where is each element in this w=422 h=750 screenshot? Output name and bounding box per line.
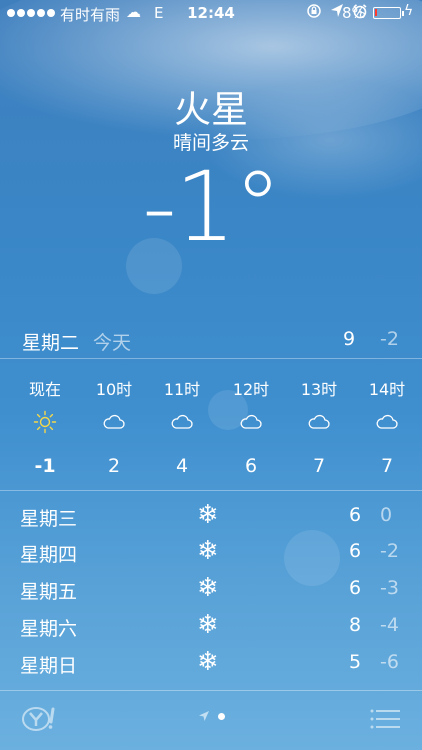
- forecast-row: 星期四 ❄ 6 -2: [0, 536, 422, 572]
- divider: [0, 690, 422, 691]
- snowflake-icon: ❄: [197, 500, 219, 530]
- hour-time: 11时: [163, 380, 201, 399]
- hour-time: 现在: [28, 380, 61, 399]
- cloud-icon: [376, 414, 398, 429]
- rotation-lock-icon: [307, 4, 321, 18]
- forecast-day: 星期六: [20, 618, 78, 640]
- forecast-day: 星期四: [20, 544, 78, 566]
- cloud-icon: [308, 414, 330, 429]
- battery-percentage: 8%: [342, 4, 366, 22]
- hour-time: 10时: [95, 380, 133, 399]
- today-summary: 星期二 今天 9 -2: [0, 326, 422, 356]
- hour-temp: 2: [107, 455, 121, 477]
- hour-time: 12时: [232, 380, 270, 399]
- today-day: 星期二: [22, 332, 80, 354]
- bottom-bar: [0, 692, 422, 750]
- forecast-row: 星期五 ❄ 6 -3: [0, 573, 422, 609]
- forecast-low: -6: [380, 651, 399, 673]
- sun-icon: [33, 410, 57, 434]
- hour-time: 14时: [368, 380, 406, 399]
- forecast-low: 0: [380, 504, 393, 526]
- forecast-row: 星期三 ❄ 6 0: [0, 500, 422, 536]
- hourly-forecast[interactable]: 现在 -1 10时 2 11时 4 12时 6 13时 7 14时 7: [0, 370, 422, 485]
- page-indicator[interactable]: [198, 710, 225, 722]
- list-icon[interactable]: [370, 708, 400, 730]
- snowflake-icon: ❄: [197, 536, 219, 566]
- divider: [0, 358, 422, 359]
- hour-temp: -1: [34, 455, 56, 477]
- location-page-icon: [199, 711, 209, 721]
- forecast-low: -3: [380, 577, 399, 599]
- forecast-day: 星期三: [20, 508, 78, 530]
- forecast-row: 星期六 ❄ 8 -4: [0, 610, 422, 646]
- snowflake-icon: ❄: [197, 647, 219, 677]
- cloud-icon: [240, 414, 262, 429]
- today-label: 今天: [93, 332, 132, 354]
- hour-temp: 7: [312, 455, 326, 477]
- forecast-day: 星期五: [20, 581, 78, 603]
- forecast-high: 8: [349, 614, 362, 636]
- hour-temp: 7: [380, 455, 394, 477]
- hour-temp: 6: [244, 455, 258, 477]
- charging-icon: ϟ: [404, 3, 414, 19]
- forecast-high: 5: [349, 651, 362, 673]
- forecast-row: 星期日 ❄ 5 -6: [0, 647, 422, 683]
- today-high: 9: [343, 328, 356, 350]
- divider: [0, 490, 422, 491]
- forecast-high: 6: [349, 540, 362, 562]
- weather-screen: 有时有雨 ☁ E 12:44 8% ϟ 火星 晴间多云 -1° 星期二 今天 9…: [0, 0, 422, 750]
- page-dot-active: [218, 712, 225, 720]
- cloud-icon: [103, 414, 125, 429]
- snowflake-icon: ❄: [197, 610, 219, 640]
- today-low: -2: [380, 328, 399, 350]
- forecast-low: -4: [380, 614, 399, 636]
- snowflake-icon: ❄: [197, 573, 219, 603]
- city-name: 火星: [174, 88, 248, 131]
- yahoo-logo-icon[interactable]: [21, 706, 57, 732]
- forecast-high: 6: [349, 577, 362, 599]
- hour-temp: 4: [175, 455, 189, 477]
- cloud-icon: [171, 414, 193, 429]
- hour-time: 13时: [300, 380, 338, 399]
- battery-icon: [373, 7, 404, 19]
- forecast-low: -2: [380, 540, 399, 562]
- forecast-high: 6: [349, 504, 362, 526]
- status-bar: 有时有雨 ☁ E 12:44 8% ϟ: [0, 0, 422, 28]
- forecast-day: 星期日: [20, 655, 78, 677]
- current-temperature: -1°: [142, 151, 282, 263]
